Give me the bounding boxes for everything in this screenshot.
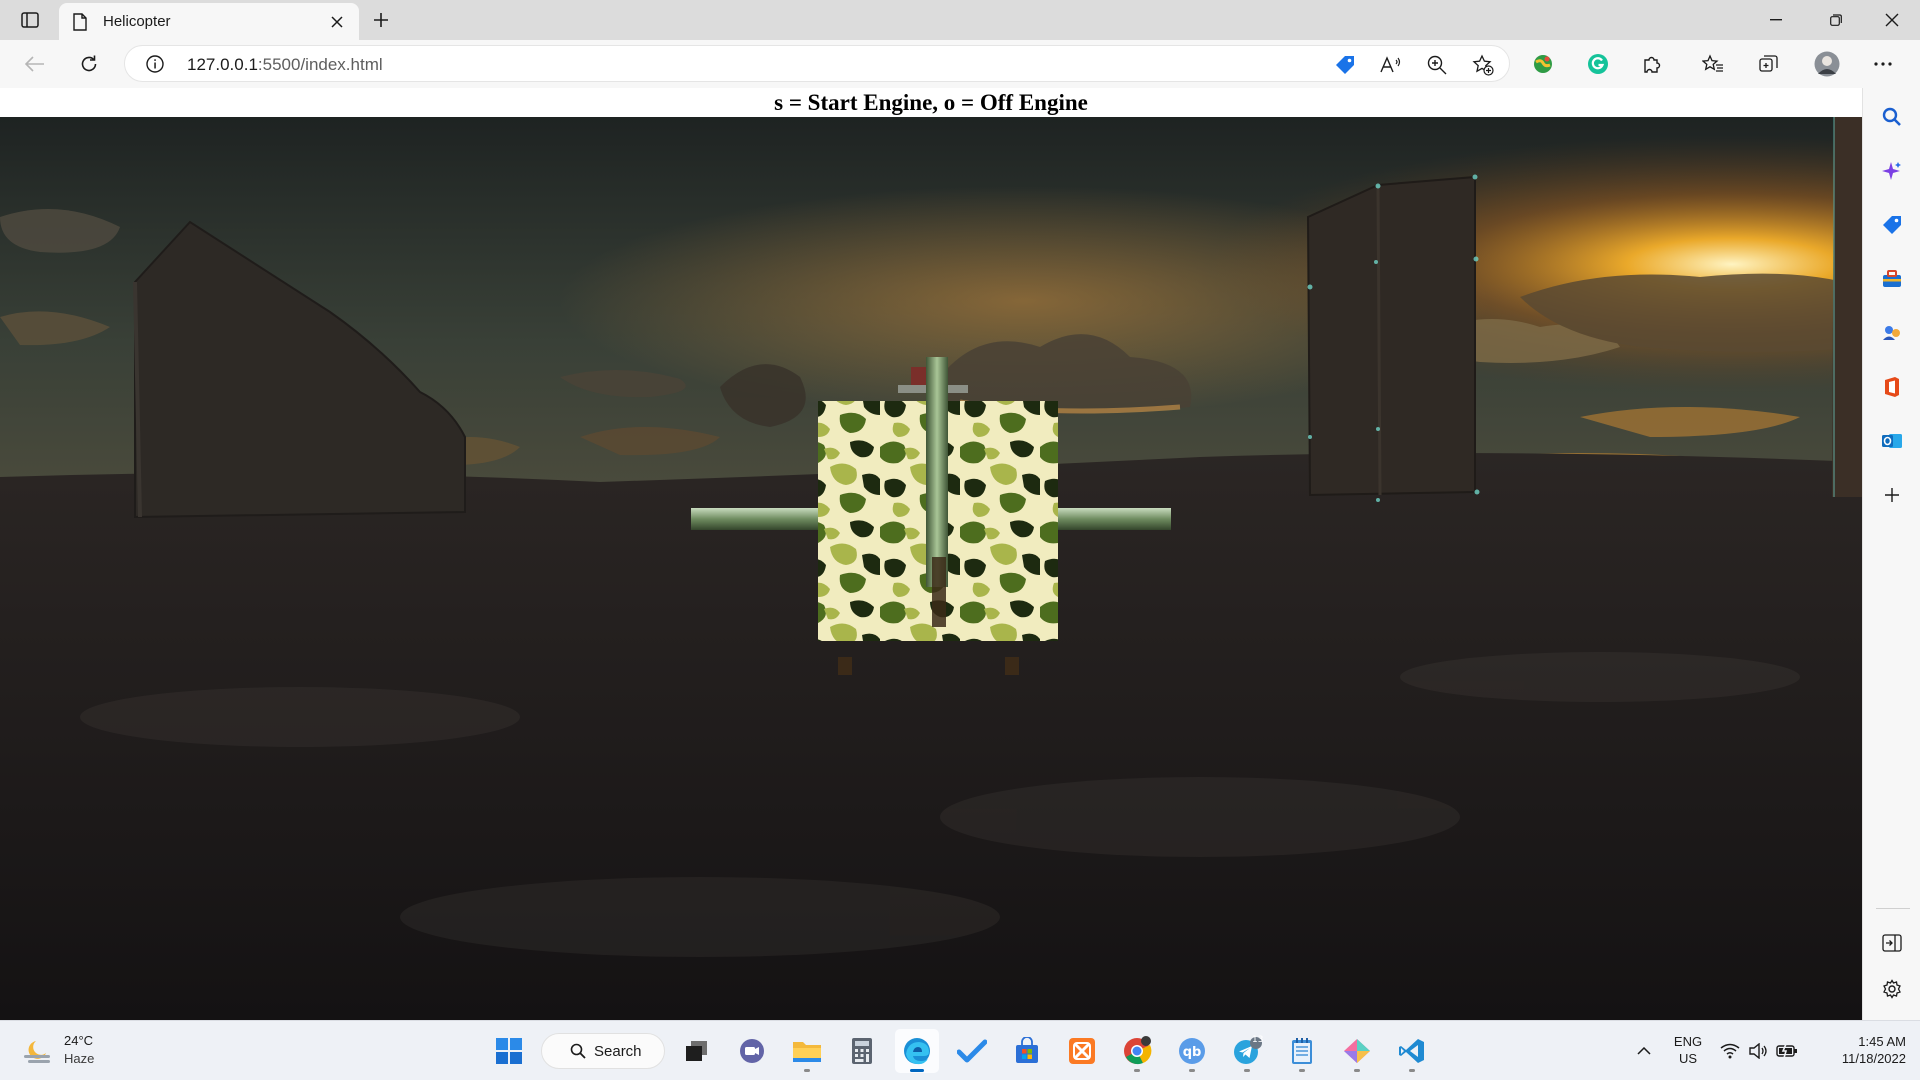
weather-condition: Haze [64, 1051, 95, 1066]
microsoft-store-icon[interactable] [1005, 1029, 1049, 1073]
qbittorrent-icon[interactable]: qb [1170, 1029, 1214, 1073]
address-bar[interactable]: 127.0.0.1:5500/index.html [124, 45, 1510, 82]
office-icon[interactable] [1875, 370, 1909, 404]
calculator-icon[interactable] [840, 1029, 884, 1073]
sidebar-settings-icon[interactable] [1875, 972, 1909, 1006]
rotor-mast [926, 357, 948, 587]
edge-sidebar [1862, 88, 1920, 1020]
volume-icon [1749, 1043, 1767, 1059]
copilot-sparkle-icon[interactable] [1875, 154, 1909, 188]
input-language[interactable]: ENG US [1664, 1033, 1712, 1067]
chrome-icon[interactable] [1115, 1029, 1159, 1073]
wifi-icon [1720, 1043, 1740, 1059]
zoom-icon[interactable] [1423, 51, 1451, 79]
file-explorer-icon[interactable] [785, 1029, 829, 1073]
search-icon[interactable] [1875, 100, 1909, 134]
refresh-icon[interactable] [72, 48, 106, 80]
edge-browser-icon[interactable] [895, 1029, 939, 1073]
battery-charging-icon [1776, 1044, 1797, 1058]
read-aloud-icon[interactable] [1377, 51, 1405, 79]
minimize-icon[interactable] [1746, 0, 1806, 40]
telegram-unread-badge: 13 [1252, 1035, 1264, 1045]
xampp-icon[interactable] [1060, 1029, 1104, 1073]
outlook-icon[interactable] [1875, 424, 1909, 458]
weather-temperature: 24°C [64, 1033, 94, 1048]
web-page: s = Start Engine, o = Off Engine [0, 88, 1862, 1020]
url-text: 127.0.0.1:5500/index.html [187, 55, 383, 74]
tab-title: Helicopter [103, 13, 171, 30]
todo-icon[interactable] [950, 1029, 994, 1073]
games-icon[interactable] [1875, 316, 1909, 350]
edge-building [1832, 117, 1862, 497]
coupon-tag-icon[interactable] [1331, 51, 1359, 79]
page-icon [73, 12, 91, 31]
vscode-icon[interactable] [1390, 1029, 1434, 1073]
search-icon [570, 1043, 586, 1059]
browser-tab[interactable]: Helicopter [59, 3, 359, 40]
profile-avatar[interactable] [1810, 48, 1844, 80]
right-tower [1306, 175, 1476, 497]
more-options-icon[interactable] [1866, 48, 1900, 80]
weather-haze-icon [24, 1041, 50, 1063]
svg-text:qb: qb [1183, 1045, 1202, 1060]
3d-helicopter-scene[interactable] [0, 117, 1862, 1020]
collections-icon[interactable] [1752, 48, 1786, 80]
close-tab-icon[interactable] [323, 8, 351, 36]
telegram-icon[interactable]: 13 [1225, 1029, 1269, 1073]
restore-icon[interactable] [1806, 0, 1866, 40]
grammarly-icon[interactable] [1581, 48, 1615, 80]
taskbar-search[interactable]: Search [541, 1033, 665, 1069]
teams-chat-icon[interactable] [730, 1029, 774, 1073]
start-button[interactable] [487, 1029, 531, 1073]
show-hidden-icons-chevron[interactable] [1622, 1029, 1666, 1073]
close-window-icon[interactable] [1862, 0, 1920, 40]
hide-sidebar-icon[interactable] [1875, 926, 1909, 960]
add-sidebar-app-icon[interactable] [1875, 478, 1909, 512]
task-view-icon[interactable] [675, 1029, 719, 1073]
taskbar-search-label: Search [594, 1042, 642, 1060]
site-info-icon[interactable] [145, 54, 165, 74]
snipping-tool-icon[interactable] [1335, 1029, 1379, 1073]
tools-icon[interactable] [1875, 262, 1909, 296]
vpn-extension-icon[interactable] [1526, 48, 1560, 80]
shopping-tag-icon[interactable] [1875, 208, 1909, 242]
weather-widget[interactable]: 24°C Haze [20, 1031, 130, 1071]
windows-taskbar: 24°C Haze Search qb 13 ENG US 1:45 AM 11… [0, 1020, 1920, 1080]
system-clock[interactable]: 1:45 AM 11/18/2022 [1812, 1033, 1906, 1067]
favorites-icon[interactable] [1696, 48, 1730, 80]
back-icon[interactable] [18, 48, 52, 80]
page-heading: s = Start Engine, o = Off Engine [774, 90, 1088, 115]
add-favorite-icon[interactable] [1469, 51, 1497, 79]
notepad-icon[interactable] [1280, 1029, 1324, 1073]
new-tab-icon[interactable] [365, 0, 397, 40]
tab-actions-icon[interactable] [10, 0, 50, 40]
extensions-icon[interactable] [1636, 48, 1670, 80]
browser-title-bar: Helicopter [0, 0, 1920, 40]
quick-settings[interactable] [1714, 1029, 1804, 1073]
browser-toolbar: 127.0.0.1:5500/index.html [0, 40, 1920, 88]
